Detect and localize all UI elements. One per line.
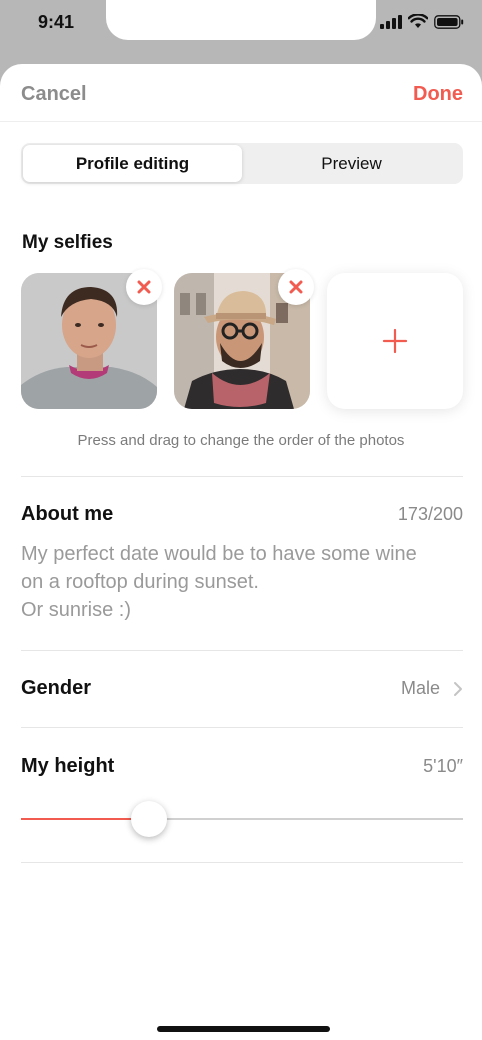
about-textarea[interactable]: My perfect date would be to have some wi… [21,540,466,624]
gender-label: Gender [21,677,92,699]
plus-icon [382,328,408,354]
tab-preview[interactable]: Preview [242,145,461,182]
selfies-title: My selfies [22,232,113,253]
about-label: About me [21,503,114,525]
gender-value: Male [400,678,440,698]
divider [21,476,463,477]
chevron-right-icon [454,682,462,696]
remove-photo-1-button[interactable] [126,269,162,305]
cancel-button[interactable]: Cancel [21,83,87,106]
notch [106,0,376,40]
tab-profile-editing[interactable]: Profile editing [23,145,242,182]
done-button[interactable]: Done [413,83,463,106]
photo-order-hint: Press and drag to change the order of th… [77,432,405,449]
nav-bar: Cancel Done [0,64,482,122]
height-slider-thumb[interactable] [131,801,168,837]
remove-photo-2-button[interactable] [278,269,314,305]
profile-sheet: Cancel Done Profile editing Preview My s… [0,64,482,1040]
height-value: 5'10″ [423,756,463,776]
home-indicator [157,1026,330,1032]
close-icon [289,280,303,294]
close-icon [137,280,151,294]
about-char-counter: 173/200 [397,504,463,524]
wifi-icon [408,14,428,28]
segmented-control: Profile editing Preview [21,143,463,184]
add-photo-button[interactable] [327,273,463,409]
height-slider-fill [21,818,150,820]
status-time: 9:41 [38,12,75,32]
status-icons [380,14,464,29]
signal-icon [380,14,402,29]
divider [21,862,463,863]
divider [21,727,463,728]
battery-icon [434,14,464,29]
divider [21,650,463,651]
height-label: My height [21,755,115,777]
